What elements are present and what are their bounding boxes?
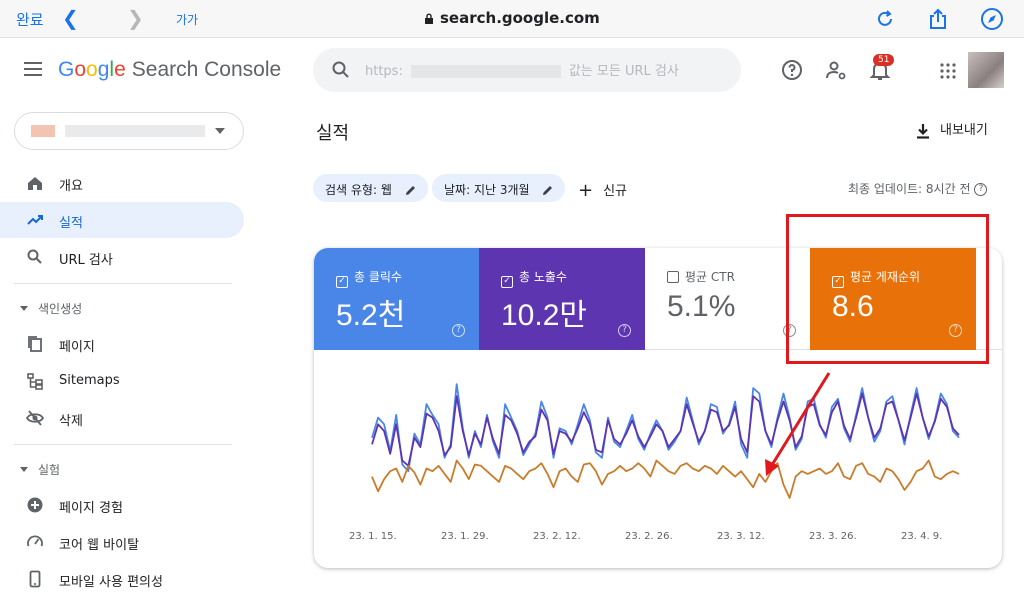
search-icon <box>27 249 42 264</box>
plus-icon: + <box>578 180 594 201</box>
performance-chart <box>371 383 960 499</box>
notification-badge: 51 <box>873 54 895 66</box>
help-icon[interactable]: ? <box>974 183 988 196</box>
gauge-icon <box>27 535 43 547</box>
metric-value: 5.2천 <box>336 299 406 332</box>
sidebar-item-overview[interactable]: 개요 <box>0 165 244 201</box>
menu-icon[interactable] <box>24 62 42 76</box>
download-icon <box>917 123 929 139</box>
x-tick-label: 23. 1. 15. <box>349 531 397 542</box>
reload-icon[interactable] <box>873 7 897 31</box>
help-icon[interactable]: ? <box>618 324 631 337</box>
search-console-logo[interactable]: Google Search Console <box>58 58 281 82</box>
sidebar-item-mobile-usability[interactable]: 모바일 사용 편의성 <box>0 561 244 597</box>
product-name: Search Console <box>131 58 282 81</box>
sidebar-item-removals[interactable]: 삭제 <box>0 400 244 436</box>
sitemap-icon <box>27 373 43 390</box>
series-line-2 <box>371 459 960 499</box>
home-icon <box>28 177 42 190</box>
search-input[interactable]: https: 값는 모든 URL 검사 <box>365 60 725 79</box>
page-title: 실적 <box>316 123 350 144</box>
x-tick-label: 23. 3. 12. <box>717 531 765 542</box>
x-tick-label: 23. 3. 26. <box>809 531 857 542</box>
apps-grid-icon[interactable] <box>940 63 956 79</box>
url-inspection-search[interactable]: https: 값는 모든 URL 검사 <box>313 48 741 92</box>
back-icon[interactable]: ❮ <box>62 6 79 30</box>
help-icon[interactable]: ? <box>452 324 465 337</box>
checkbox-unchecked-icon[interactable] <box>667 271 679 283</box>
sidebar-item-core-web-vitals[interactable]: 코어 웹 바이탈 <box>0 524 244 560</box>
pencil-icon <box>543 186 553 195</box>
sidebar-item-page-experience[interactable]: 페이지 경험 <box>0 487 244 523</box>
compass-icon[interactable] <box>980 7 1004 31</box>
property-favicon <box>31 125 55 137</box>
share-icon[interactable] <box>926 7 950 31</box>
plus-circle-icon <box>27 497 43 513</box>
sidebar-divider <box>14 283 232 284</box>
text-size-button[interactable]: 가가 <box>176 11 198 28</box>
x-tick-label: 23. 2. 26. <box>625 531 673 542</box>
section-experience[interactable]: 실험 <box>20 461 60 478</box>
sidebar-item-url-inspection[interactable]: URL 검사 <box>0 239 244 275</box>
redacted-block <box>410 65 561 78</box>
user-settings-icon[interactable] <box>824 58 848 82</box>
sidebar-divider <box>14 444 232 445</box>
avatar[interactable] <box>968 52 1004 88</box>
forward-icon[interactable]: ❯ <box>127 6 144 30</box>
last-update-text: 최종 업데이트: 8시간 전? <box>848 180 988 197</box>
pages-icon <box>28 336 42 352</box>
export-button[interactable]: 내보내기 <box>916 119 988 139</box>
address-bar[interactable]: search.google.com <box>424 9 600 27</box>
x-tick-label: 23. 2. 12. <box>533 531 581 542</box>
sidebar-item-sitemaps[interactable]: Sitemaps <box>0 363 244 399</box>
metric-total-clicks[interactable]: ✓ 총 클릭수 5.2천 ? <box>314 248 479 350</box>
filter-chip-search-type[interactable]: 검색 유형: 웹 <box>313 174 428 202</box>
property-selector[interactable] <box>14 112 244 150</box>
metric-value: 10.2만 <box>501 299 587 332</box>
checkbox-checked-icon[interactable]: ✓ <box>336 276 348 288</box>
filter-chip-date[interactable]: 날짜: 지난 3개월 <box>432 174 566 202</box>
browser-toolbar: 완료 ❮ ❯ 가가 search.google.com <box>0 0 1024 38</box>
highlight-box <box>786 214 989 364</box>
trending-up-icon <box>27 215 43 225</box>
new-filter-button[interactable]: + 신규 <box>578 179 627 201</box>
x-tick-label: 23. 1. 29. <box>441 531 489 542</box>
section-indexing[interactable]: 색인생성 <box>20 300 82 317</box>
chevron-down-icon <box>215 128 225 134</box>
lock-icon <box>425 13 433 24</box>
checkbox-checked-icon[interactable]: ✓ <box>501 276 513 288</box>
metric-value: 5.1% <box>667 290 736 323</box>
x-tick-label: 23. 4. 9. <box>901 531 943 542</box>
property-name-redacted <box>65 125 205 137</box>
help-icon[interactable] <box>780 58 804 82</box>
metric-total-impressions[interactable]: ✓ 총 노출수 10.2만 ? <box>479 248 645 350</box>
pencil-icon <box>405 186 415 195</box>
search-icon <box>332 61 349 78</box>
sidebar-item-pages[interactable]: 페이지 <box>0 326 244 362</box>
app-header: Google Search Console https: 값는 모든 URL 검사 … <box>0 38 1024 102</box>
phone-icon <box>29 570 41 588</box>
sidebar-item-performance[interactable]: 실적 <box>0 202 244 238</box>
done-button[interactable]: 완료 <box>16 9 44 30</box>
eye-off-icon <box>26 410 44 426</box>
address-url: search.google.com <box>440 9 600 27</box>
